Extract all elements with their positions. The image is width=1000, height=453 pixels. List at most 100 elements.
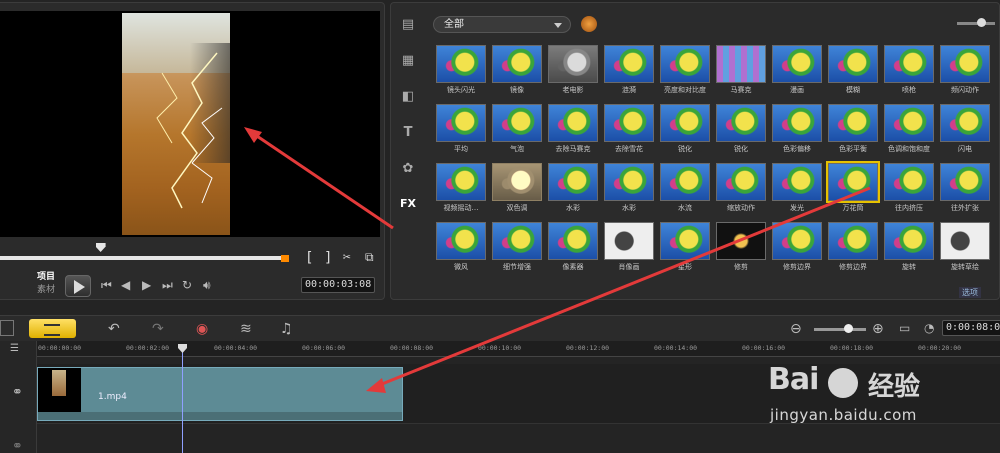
effect-thumbnail[interactable] (884, 104, 934, 142)
sound-mixer-icon[interactable]: ≋ (240, 321, 252, 337)
record-capture-icon[interactable]: ◉ (196, 321, 208, 337)
effect-thumbnail[interactable] (772, 45, 822, 83)
effect-thumbnail[interactable] (716, 45, 766, 83)
effect-label: 发光 (790, 204, 804, 212)
split-clip-icon[interactable]: ✂ (343, 250, 351, 265)
redo-icon[interactable]: ↷ (152, 321, 164, 337)
effect-label: 肖像画 (618, 263, 640, 271)
fit-project-icon[interactable]: ▭ (899, 321, 910, 335)
effect-thumbnail[interactable] (716, 222, 766, 260)
track-manager-icon[interactable]: ☰ (10, 343, 19, 354)
effect-thumbnail[interactable] (436, 163, 486, 201)
effect-thumbnail[interactable] (772, 222, 822, 260)
graphic-icon[interactable]: ✿ (397, 161, 419, 181)
effect-thumbnail[interactable] (436, 45, 486, 83)
effect-thumbnail[interactable] (548, 222, 598, 260)
effect-thumbnail[interactable] (548, 104, 598, 142)
repeat-icon[interactable]: ↻ (182, 278, 192, 292)
baidu-paw-icon (828, 368, 858, 398)
mark-out-button[interactable]: ] (324, 250, 332, 266)
prev-frame-icon[interactable]: ◀ (121, 278, 130, 292)
effect-thumbnail[interactable] (492, 163, 542, 201)
effect-thumbnail[interactable] (716, 104, 766, 142)
effect-thumbnail[interactable] (660, 222, 710, 260)
timeline-zoom-slider[interactable] (814, 324, 866, 333)
effect-label: 修剪边界 (839, 263, 867, 271)
effect-thumbnail[interactable] (884, 222, 934, 260)
effect-label: 亮度和对比度 (664, 86, 706, 94)
next-frame-icon[interactable]: ▶ (142, 278, 151, 292)
mode-switch[interactable]: 项目 素材 (37, 271, 55, 297)
effect-thumbnail[interactable] (604, 104, 654, 142)
filter-category-select[interactable]: 全部 (433, 16, 571, 33)
media-icon[interactable]: ▤ (397, 17, 419, 37)
scrub-bar[interactable] (0, 256, 287, 260)
effect-thumbnail[interactable] (660, 45, 710, 83)
effect-thumbnail[interactable] (828, 222, 878, 260)
overlay-track-icon[interactable]: ⚭ (12, 439, 23, 453)
effect-thumbnail[interactable] (548, 163, 598, 201)
mode-clip[interactable]: 素材 (37, 284, 55, 297)
effect-label: 旋转草绘 (951, 263, 979, 271)
effect-thumbnail[interactable] (940, 163, 990, 201)
transition-icon[interactable]: ◧ (397, 89, 419, 109)
effect-thumbnail[interactable] (436, 104, 486, 142)
scrub-end-marker[interactable] (281, 255, 289, 262)
video-track-icon[interactable]: ⚭ (12, 385, 23, 400)
effect-label: 锐化 (734, 145, 748, 153)
volume-icon[interactable]: 🔊︎ (203, 278, 211, 293)
fx-icon[interactable]: FX (397, 197, 419, 217)
effect-thumbnail[interactable] (436, 222, 486, 260)
effect-label: 修剪 (734, 263, 748, 271)
effect-label: 闪电 (958, 145, 972, 153)
preview-timecode[interactable]: 00:00:03:08 (301, 277, 376, 293)
effect-thumbnail[interactable] (492, 104, 542, 142)
effect-thumbnail[interactable] (492, 45, 542, 83)
mode-project[interactable]: 项目 (37, 271, 55, 284)
browse-filters-icon[interactable] (581, 16, 597, 32)
title-icon[interactable]: T (397, 125, 419, 145)
effect-thumbnail[interactable] (604, 163, 654, 201)
effect-thumbnail[interactable] (940, 222, 990, 260)
mark-in-button[interactable]: [ (305, 250, 313, 266)
ruler-tick-label: 00:00:06:00 (302, 344, 346, 352)
timeline-view-button[interactable] (29, 319, 76, 338)
effect-thumbnail[interactable] (828, 104, 878, 142)
play-button[interactable] (65, 275, 91, 297)
thumbnail-size-slider[interactable] (957, 18, 995, 27)
auto-music-icon[interactable]: ♫ (280, 321, 293, 337)
video-preview[interactable] (0, 11, 380, 237)
library-panel: ▤ ▦ ◧ T ✿ FX 全部 选项 镜头闪光 镜像 老电影 涟漪 亮度和对比度 马赛克 漫… (390, 2, 1000, 300)
video-clip[interactable]: 1.mp4 (37, 367, 403, 421)
effect-label: 星形 (678, 263, 692, 271)
effect-thumbnail[interactable] (772, 163, 822, 201)
effect-thumbnail[interactable] (548, 45, 598, 83)
effect-thumbnail[interactable] (772, 104, 822, 142)
effect-label: 平均 (454, 145, 468, 153)
instant-project-icon[interactable]: ▦ (397, 53, 419, 73)
effect-thumbnail[interactable] (826, 161, 880, 203)
home-icon[interactable]: ⏮ (101, 278, 112, 293)
effect-thumbnail[interactable] (828, 45, 878, 83)
storyboard-view-button[interactable] (0, 320, 14, 336)
effect-thumbnail[interactable] (604, 222, 654, 260)
effect-label: 双色调 (506, 204, 528, 212)
undo-icon[interactable]: ↶ (108, 321, 120, 337)
effect-thumbnail[interactable] (884, 163, 934, 201)
effect-thumbnail[interactable] (716, 163, 766, 201)
effect-thumbnail[interactable] (660, 163, 710, 201)
effect-thumbnail[interactable] (940, 45, 990, 83)
options-button[interactable]: 选项 (959, 287, 981, 298)
effect-thumbnail[interactable] (884, 45, 934, 83)
effect-thumbnail[interactable] (660, 104, 710, 142)
playhead-line[interactable] (182, 346, 183, 453)
end-icon[interactable]: ⏭ (162, 278, 173, 293)
zoom-in-icon[interactable]: ⊕ (872, 321, 884, 337)
effect-thumbnail[interactable] (940, 104, 990, 142)
zoom-out-icon[interactable]: ⊖ (790, 321, 802, 337)
effect-thumbnail[interactable] (492, 222, 542, 260)
effect-label: 往内挤压 (895, 204, 923, 212)
enlarge-preview-icon[interactable]: ⧉ (365, 250, 374, 265)
ruler-tick-label: 00:00:04:00 (214, 344, 258, 352)
effect-thumbnail[interactable] (604, 45, 654, 83)
